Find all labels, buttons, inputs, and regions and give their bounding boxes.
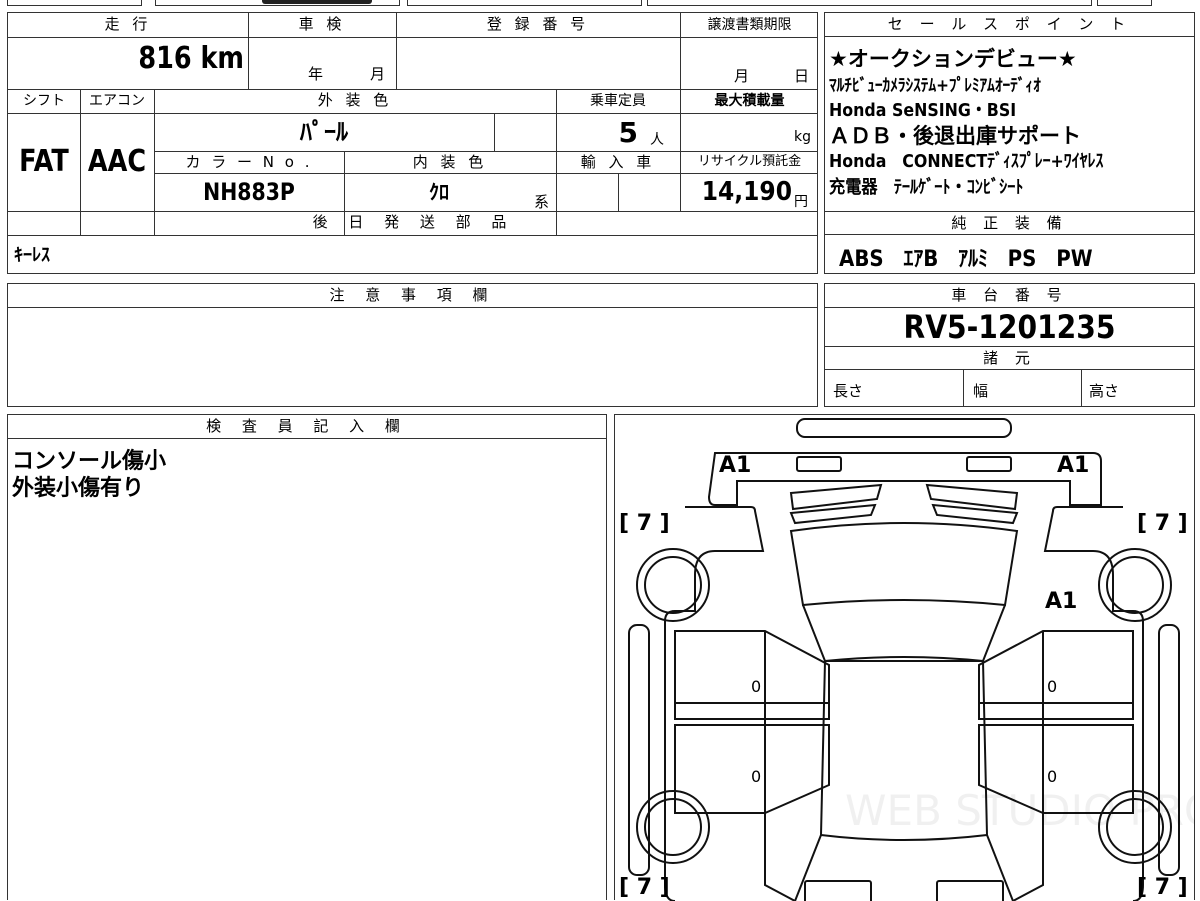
inspector-box: 検 査 員 記 入 欄 コンソール傷小 外装小傷有り [7, 414, 607, 900]
deadline-day-unit: 日 [794, 67, 810, 85]
top-strip [7, 0, 1195, 8]
sales-line-2: ﾏﾙﾁﾋﾞｭｰｶﾒﾗｼｽﾃﾑ+ﾌﾟﾚﾐｱﾑｵｰﾃﾞｨｵ [829, 76, 1041, 96]
color-no-label: カ ラ ー N o . [185, 153, 313, 171]
zero-mark-right-rear: 0 [1047, 767, 1058, 786]
shift-value: FAT [19, 144, 69, 179]
inspector-label: 検 査 員 記 入 欄 [8, 415, 606, 439]
inspection-label: 車 検 [298, 15, 346, 33]
max-load-unit: kg [794, 129, 811, 145]
chassis-value: RV5-1201235 [903, 308, 1116, 346]
sales-points-box: セ ー ル ス ポ イ ン ト ★オークションデビュー★ ﾏﾙﾁﾋﾞｭｰｶﾒﾗｼ… [824, 12, 1195, 274]
inspector-line-2: 外装小傷有り [12, 476, 145, 501]
recycle-unit: 円 [794, 194, 808, 210]
max-load-label: 最大積載量 [714, 93, 785, 109]
spec-length-label: 長さ [833, 382, 864, 400]
interior-color-suffix: 系 [534, 193, 550, 211]
mileage-label: 走 行 [104, 15, 152, 33]
notes-box: 注 意 事 項 欄 [7, 283, 818, 407]
sales-line-5: Honda CONNECTﾃﾞｨｽﾌﾟﾚｰ+ﾜｲﾔﾚｽ [829, 151, 1104, 172]
vehicle-info-table: 走 行 車 検 登 録 番 号 譲渡書類期限 816 km 年 月 月 日 シフ… [7, 12, 818, 274]
aircon-value: AAC [87, 144, 147, 179]
deadline-month-unit: 月 [734, 67, 750, 85]
damage-mark-front-right: A1 [1057, 453, 1090, 478]
watermark: WEB STUDIO PRO [845, 786, 1194, 835]
later-parts-value: ｷｰﾚｽ [14, 245, 50, 266]
car-diagram: WEB STUDIO PRO [628, 418, 1194, 901]
chassis-label: 車 台 番 号 [825, 284, 1194, 308]
tire-mark-rear-right: [ 7 ] [1137, 875, 1188, 900]
mileage-value: 816 km [138, 41, 244, 76]
tire-mark-front-right: [ 7 ] [1137, 511, 1188, 536]
shift-label: シフト [23, 93, 65, 109]
interior-color-value: ｸﾛ [429, 180, 449, 204]
sales-points-label: セ ー ル ス ポ イ ン ト [825, 13, 1194, 37]
sales-line-1: ★オークションデビュー★ [829, 47, 1077, 71]
damage-mark-front-left: A1 [719, 453, 752, 478]
damage-diagram-box: WEB STUDIO PRO A1 A1 A1 [ 7 ] [ 7 ] [ 7 … [614, 414, 1195, 901]
zero-mark-right-front: 0 [1047, 677, 1058, 696]
transfer-deadline-label: 譲渡書類期限 [707, 17, 792, 33]
capacity-label: 乗車定員 [590, 93, 646, 109]
capacity-value: 5 [618, 116, 638, 149]
exterior-color-label: 外 装 色 [317, 91, 393, 109]
spec-height-label: 高さ [1089, 382, 1120, 400]
spec-width-label: 幅 [973, 382, 989, 400]
registration-label: 登 録 番 号 [486, 15, 590, 33]
sales-line-3: Honda SeNSING・BSI [829, 100, 1017, 121]
notes-label: 注 意 事 項 欄 [8, 284, 817, 308]
specs-label: 諸 元 [825, 346, 1194, 370]
damage-mark-right-side: A1 [1045, 589, 1078, 614]
interior-color-label: 内 装 色 [412, 153, 488, 171]
exterior-color-value: ﾊﾟｰﾙ [300, 118, 348, 146]
aircon-label: エアコン [89, 93, 145, 109]
later-parts-label: 後 日 発 送 部 品 [312, 213, 515, 231]
recycle-label: リサイクル預託金 [697, 154, 802, 169]
capacity-unit: 人 [650, 132, 664, 148]
import-label: 輸 入 車 [580, 153, 656, 171]
standard-equipment-value: ABS ｴｱB ｱﾙﾐ PS PW [839, 247, 1093, 272]
sales-line-4: ＡＤＢ・後退出庫サポート [829, 124, 1081, 148]
zero-mark-left-rear: 0 [751, 767, 762, 786]
inspection-month-unit: 月 [370, 65, 386, 83]
chassis-box: 車 台 番 号 RV5-1201235 諸 元 長さ 幅 高さ [824, 283, 1195, 407]
inspection-year-unit: 年 [308, 65, 324, 83]
color-no-value: NH883P [203, 178, 295, 206]
standard-equipment-label: 純 正 装 備 [825, 211, 1194, 235]
tire-mark-rear-left: [ 7 ] [619, 875, 670, 900]
sales-line-6: 充電器 ﾃｰﾙｹﾞｰﾄ・ｺﾝﾋﾞｼｰﾄ [829, 177, 1024, 198]
zero-mark-left-front: 0 [751, 677, 762, 696]
tire-mark-front-left: [ 7 ] [619, 511, 670, 536]
recycle-value: 14,190 [701, 177, 792, 207]
